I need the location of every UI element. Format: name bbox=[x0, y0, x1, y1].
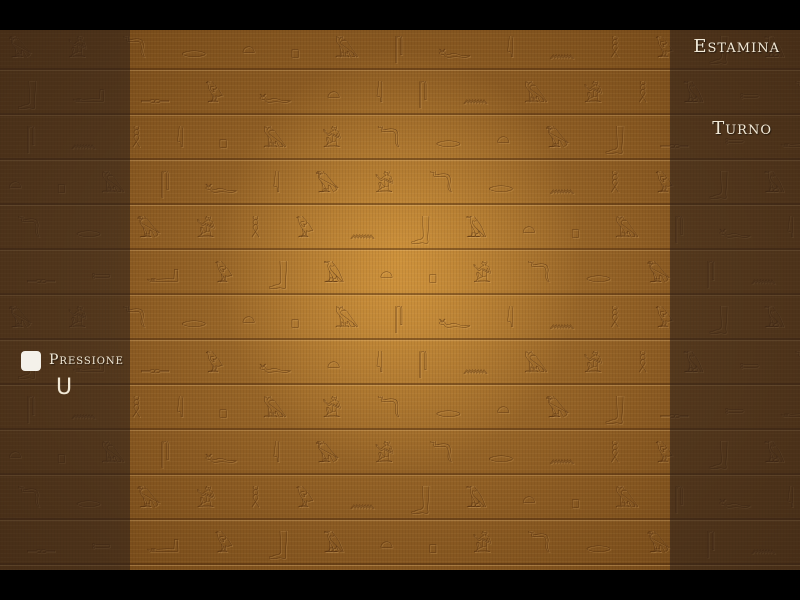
stamina-label: Estamina bbox=[693, 36, 780, 57]
right-hud-panel bbox=[670, 30, 800, 570]
letterbox-bottom bbox=[0, 570, 800, 600]
pressure-key-glyph: U bbox=[56, 375, 73, 400]
pressure-key-indicator bbox=[21, 351, 41, 371]
left-hud-panel bbox=[0, 30, 130, 570]
game-screen: 𓅃 𓀀 𓆓 𓂋 𓏏 𓊪 𓅓 𓋴 𓆑 𓇋 𓈖 𓎛 𓅱 𓃀 𓄿 𓊃 𓍿 𓂝 𓆣 𓁐 … bbox=[0, 0, 800, 600]
letterbox-top bbox=[0, 0, 800, 30]
pressure-label: Pressione bbox=[49, 352, 124, 368]
turn-label: Turno bbox=[712, 118, 772, 139]
